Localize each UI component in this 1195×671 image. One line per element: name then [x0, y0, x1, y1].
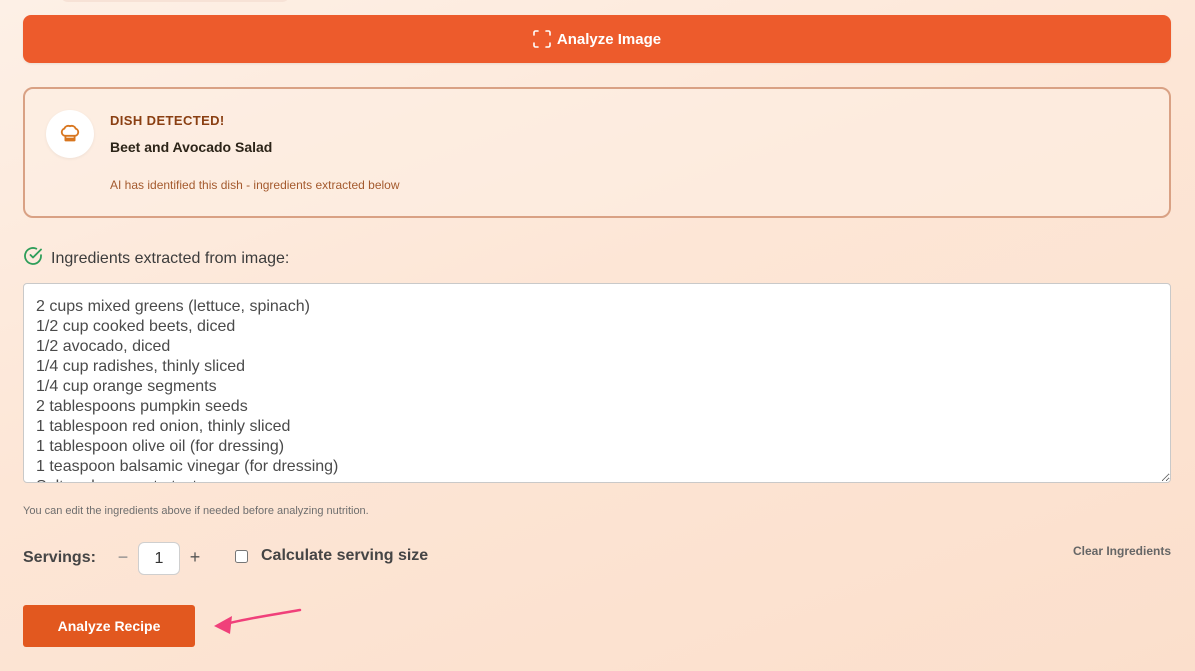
- servings-label: Servings:: [23, 549, 96, 566]
- ingredients-header-text: Ingredients extracted from image:: [51, 249, 290, 267]
- chef-hat-icon: [46, 110, 94, 158]
- annotation-arrow: [214, 608, 302, 634]
- decrease-servings-button[interactable]: −: [113, 546, 133, 568]
- ingredients-textarea[interactable]: 2 cups mixed greens (lettuce, spinach) 1…: [23, 283, 1171, 483]
- ingredients-header: Ingredients extracted from image:: [23, 246, 289, 271]
- dish-detected-card: DISH DETECTED! Beet and Avocado Salad AI…: [23, 87, 1171, 218]
- calculate-serving-size-label[interactable]: Calculate serving size: [261, 547, 428, 565]
- dish-detected-label: DISH DETECTED!: [110, 113, 225, 128]
- edit-hint: You can edit the ingredients above if ne…: [23, 505, 369, 517]
- analyze-recipe-button[interactable]: Analyze Recipe: [23, 605, 195, 647]
- dish-detected-note: AI has identified this dish - ingredient…: [110, 178, 400, 192]
- scan-frame-icon: [533, 30, 551, 48]
- servings-input[interactable]: [138, 542, 180, 575]
- analyze-image-button[interactable]: Analyze Image: [23, 15, 1171, 63]
- analyze-image-label: Analyze Image: [556, 30, 662, 48]
- dish-name: Beet and Avocado Salad: [110, 139, 273, 155]
- calculate-serving-size-checkbox[interactable]: [235, 550, 248, 563]
- clear-ingredients-button[interactable]: Clear Ingredients: [1073, 544, 1171, 558]
- previous-panel-edge: [60, 0, 290, 2]
- increase-servings-button[interactable]: +: [185, 546, 205, 568]
- check-circle-icon: [23, 246, 43, 271]
